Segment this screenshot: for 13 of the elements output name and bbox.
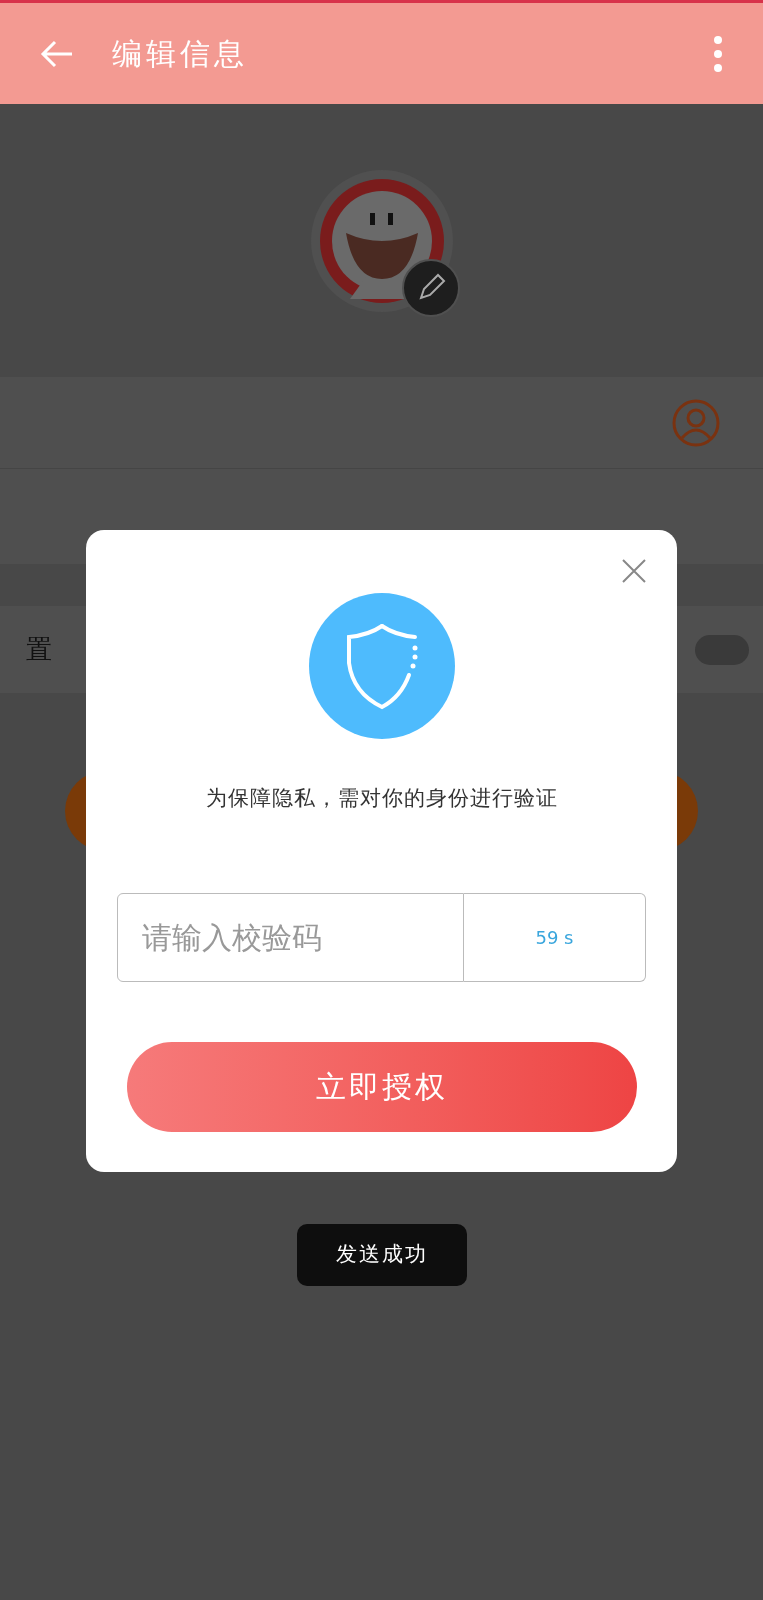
setting-label: 置 <box>26 633 52 666</box>
back-icon[interactable] <box>40 38 74 69</box>
countdown-timer: 59 s <box>464 892 646 982</box>
edit-icon[interactable] <box>401 258 460 317</box>
code-field[interactable]: 请输入校验码 <box>117 892 464 982</box>
close-icon[interactable] <box>621 558 647 584</box>
more-icon[interactable] <box>713 34 723 73</box>
verification-message: 为保障隐私，需对你的身份进行验证 <box>205 785 558 812</box>
user-icon <box>671 397 721 448</box>
page-title: 编辑信息 <box>112 35 248 73</box>
toast-message: 发送成功 <box>297 1224 467 1286</box>
shield-icon <box>308 593 455 739</box>
authorize-button[interactable]: 立即授权 <box>126 1041 637 1132</box>
